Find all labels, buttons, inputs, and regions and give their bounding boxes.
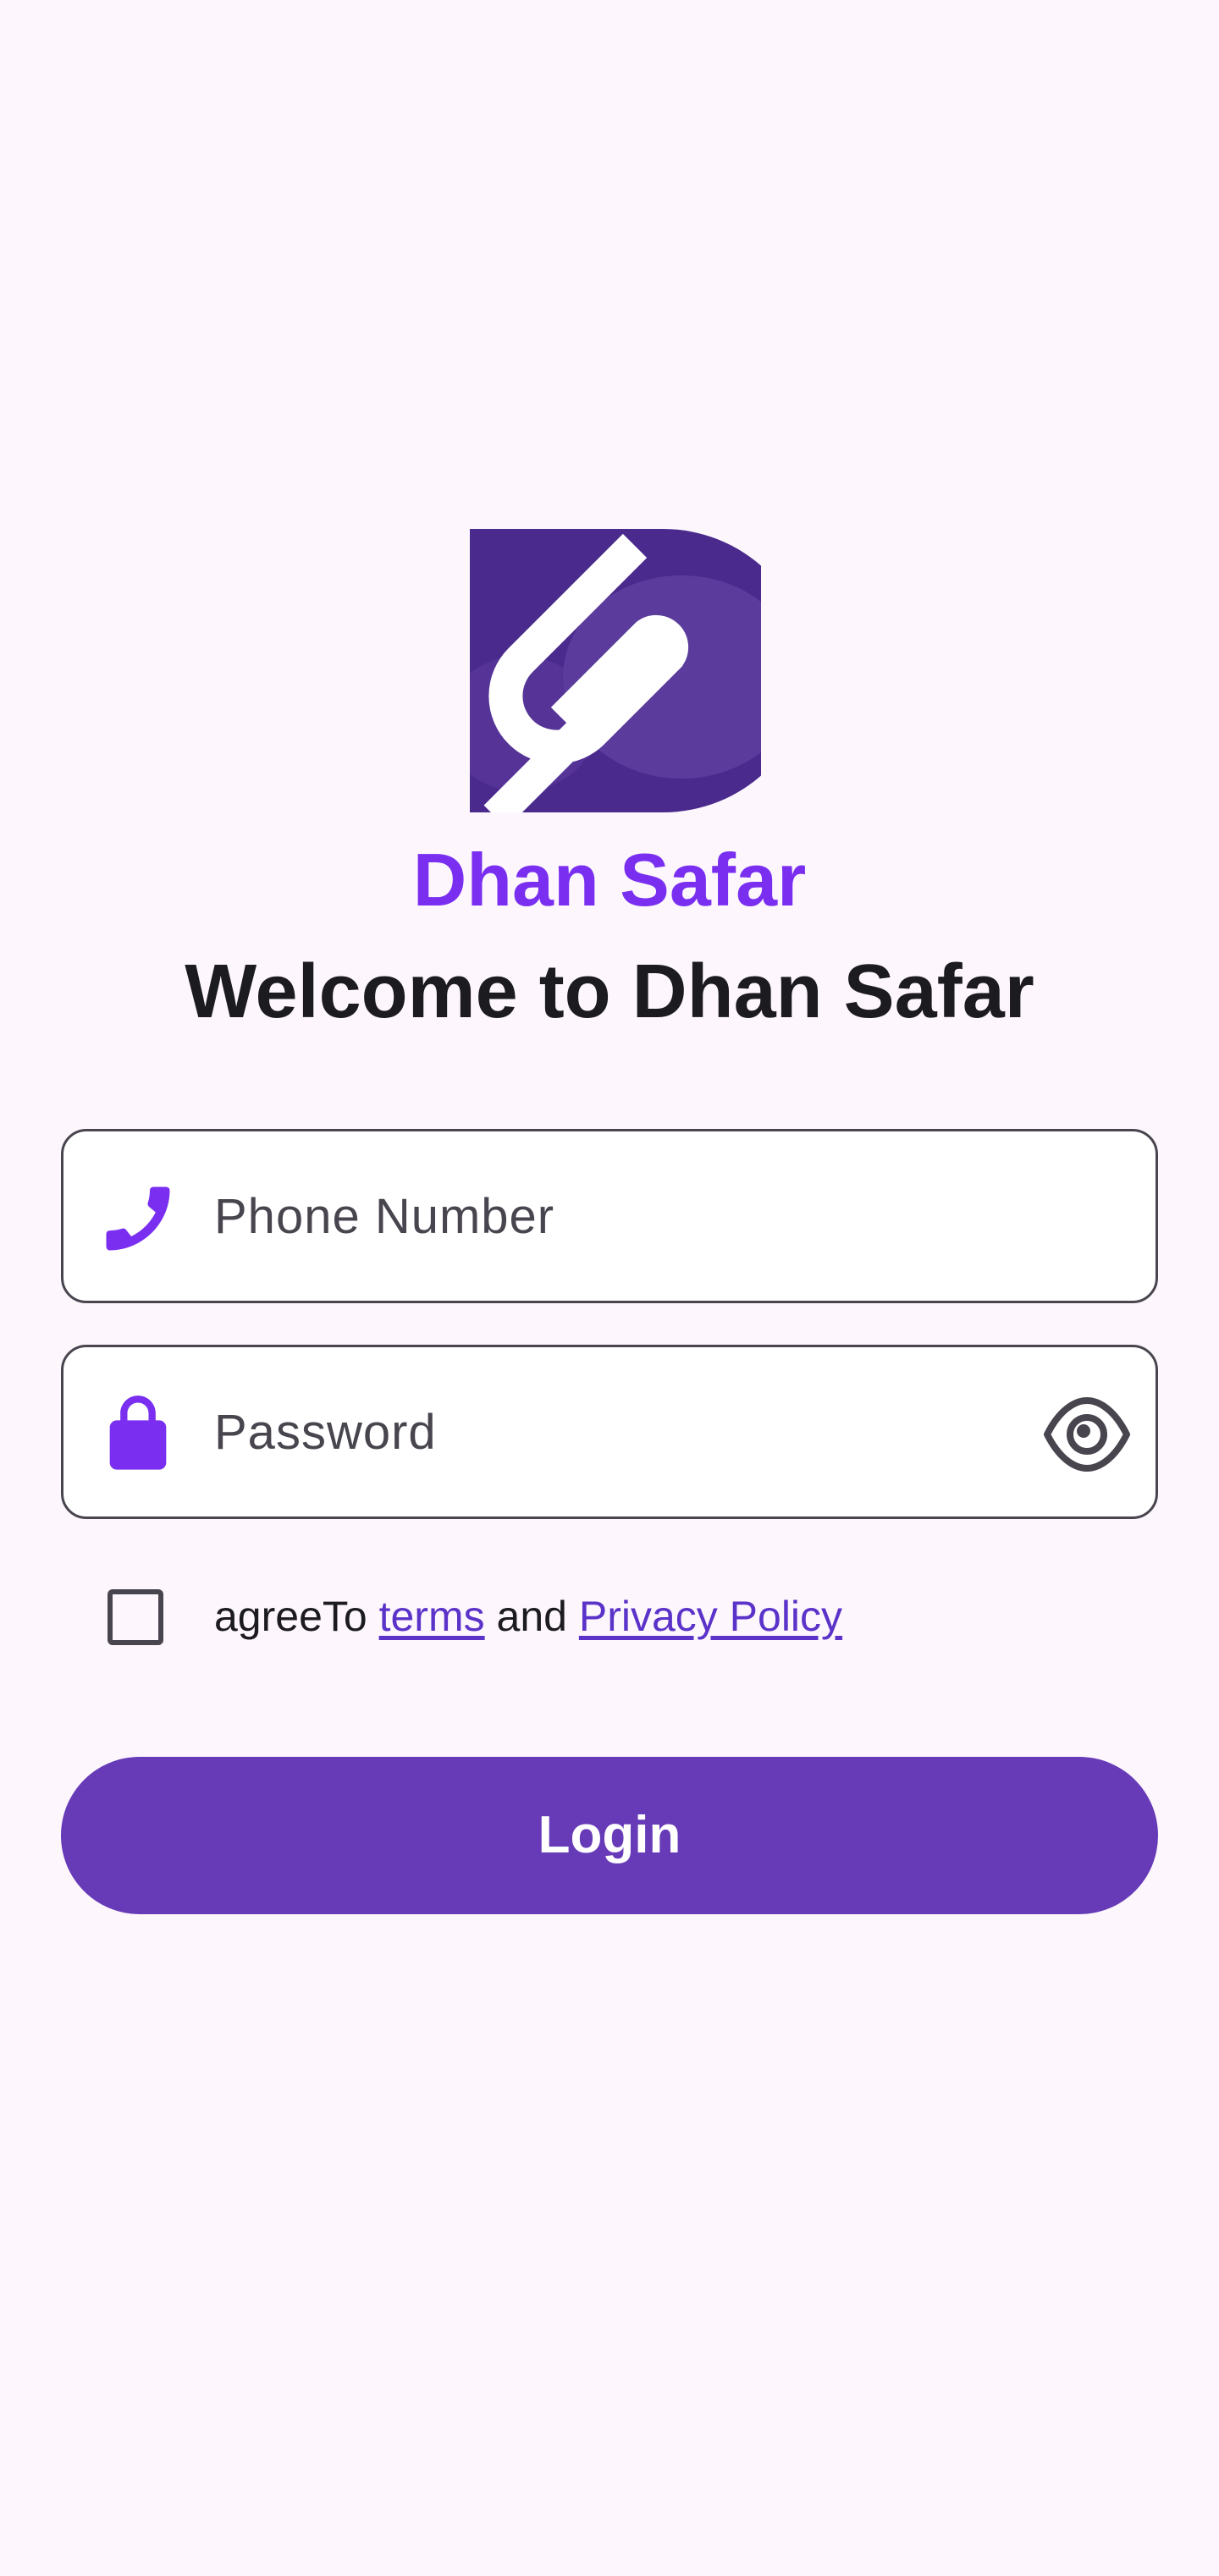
terms-link[interactable]: terms	[379, 1593, 485, 1640]
login-button[interactable]: Login	[61, 1757, 1158, 1914]
privacy-policy-link[interactable]: Privacy Policy	[579, 1593, 842, 1640]
password-field[interactable]	[61, 1345, 1158, 1519]
page-title: Welcome to Dhan Safar	[185, 949, 1034, 1034]
eye-icon[interactable]	[1042, 1392, 1132, 1477]
agree-prefix: agreeTo	[214, 1593, 367, 1640]
dhan-safar-logo	[470, 529, 761, 812]
app-name: Dhan Safar	[412, 838, 807, 922]
phone-icon	[106, 1186, 170, 1251]
lock-icon	[109, 1395, 167, 1470]
agree-checkbox[interactable]	[108, 1589, 163, 1645]
agreement-text: agreeTo terms and Privacy Policy	[214, 1574, 842, 1659]
password-input[interactable]	[214, 1347, 976, 1516]
phone-number-field[interactable]	[61, 1129, 1158, 1303]
phone-number-input[interactable]	[214, 1131, 976, 1301]
agree-conjunction: and	[496, 1593, 567, 1640]
terms-agreement-row: agreeTo terms and Privacy Policy	[0, 1574, 1219, 1659]
